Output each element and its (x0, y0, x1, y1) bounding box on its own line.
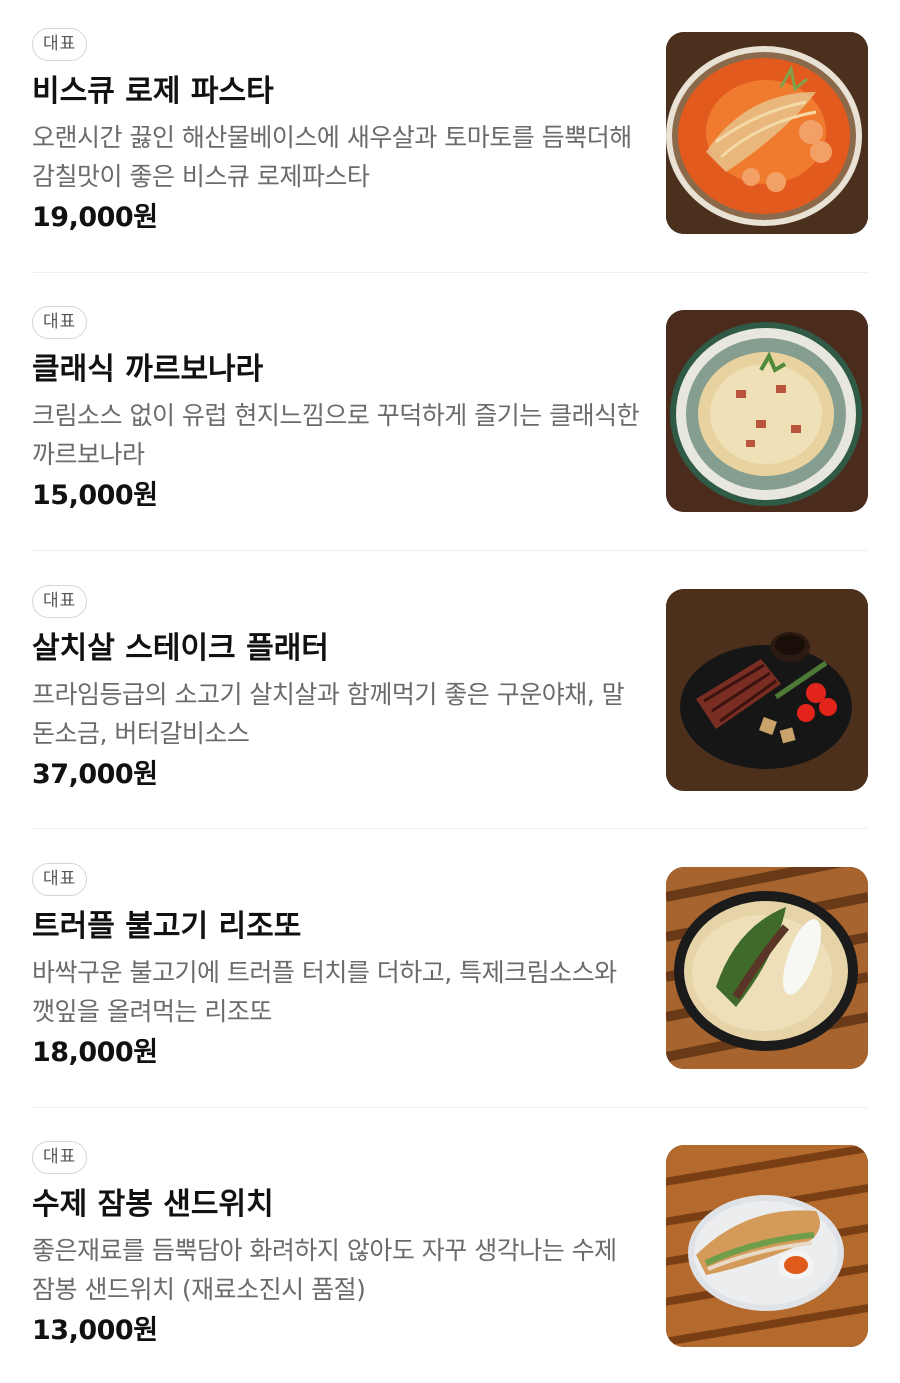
menu-item-price: 37,000원 (32, 759, 158, 790)
divider (32, 550, 868, 551)
jambon-sandwich-image[interactable] (666, 1145, 868, 1347)
divider (32, 1107, 868, 1108)
divider (32, 272, 868, 273)
carbonara-image[interactable] (666, 310, 868, 512)
menu-item-name: 수제 잠봉 샌드위치 (32, 1187, 274, 1222)
menu-item-name: 살치살 스테이크 플래터 (32, 631, 329, 666)
menu-item-price: 19,000원 (32, 202, 158, 233)
menu-item-name: 비스큐 로제 파스타 (32, 74, 274, 109)
menu-item-price: 18,000원 (32, 1037, 158, 1068)
signature-badge: 대표 (32, 585, 88, 618)
menu-item-description: 크림소스 없이 유럽 현지느낌으로 꾸덕하게 즐기는 클래식한 까르보나라 (32, 401, 640, 469)
menu-item-info: 대표 비스큐 로제 파스타 오랜시간 끓인 해산물베이스에 새우살과 토마토를 … (32, 28, 644, 310)
signature-badge: 대표 (32, 28, 88, 61)
menu-item-price: 15,000원 (32, 480, 158, 511)
signature-badge: 대표 (32, 863, 88, 896)
menu-item-name: 클래식 까르보나라 (32, 352, 264, 387)
menu-item-info: 대표 클래식 까르보나라 크림소스 없이 유럽 현지느낌으로 꾸덕하게 즐기는 … (32, 306, 644, 588)
signature-badge: 대표 (32, 306, 88, 339)
menu-item-description: 좋은재료를 듬뿍담아 화려하지 않아도 자꾸 생각나는 수제 잠봉 샌드위치 (… (32, 1236, 617, 1304)
signature-badge: 대표 (32, 1141, 88, 1174)
menu-item-steak-platter[interactable]: 대표 살치살 스테이크 플래터 프라임등급의 소고기 살치살과 함께먹기 좋은 … (32, 585, 868, 867)
menu-item-truffle-risotto[interactable]: 대표 트러플 불고기 리조또 바싹구운 불고기에 트러플 터치를 더하고, 특제… (32, 863, 868, 1145)
menu-item-name: 트러플 불고기 리조또 (32, 909, 302, 944)
menu-list: 대표 비스큐 로제 파스타 오랜시간 끓인 해산물베이스에 새우살과 토마토를 … (0, 0, 900, 1383)
menu-item-bisque-rose-pasta[interactable]: 대표 비스큐 로제 파스타 오랜시간 끓인 해산물베이스에 새우살과 토마토를 … (32, 28, 868, 310)
menu-item-description: 오랜시간 끓인 해산물베이스에 새우살과 토마토를 듬뿍더해 감칠맛이 좋은 비… (32, 123, 632, 191)
menu-item-info: 대표 살치살 스테이크 플래터 프라임등급의 소고기 살치살과 함께먹기 좋은 … (32, 585, 644, 867)
divider (32, 828, 868, 829)
menu-item-price: 13,000원 (32, 1315, 158, 1346)
menu-item-description: 바싹구운 불고기에 트러플 터치를 더하고, 특제크림소스와 깻잎을 올려먹는 … (32, 958, 617, 1026)
menu-item-jambon-sandwich[interactable]: 대표 수제 잠봉 샌드위치 좋은재료를 듬뿍담아 화려하지 않아도 자꾸 생각나… (32, 1141, 868, 1383)
menu-item-description: 프라임등급의 소고기 살치살과 함께먹기 좋은 구운야채, 말돈소금, 버터갈비… (32, 680, 625, 748)
truffle-risotto-image[interactable] (666, 867, 868, 1069)
steak-platter-image[interactable] (666, 589, 868, 791)
rose-pasta-image[interactable] (666, 32, 868, 234)
menu-item-classic-carbonara[interactable]: 대표 클래식 까르보나라 크림소스 없이 유럽 현지느낌으로 꾸덕하게 즐기는 … (32, 306, 868, 588)
menu-item-info: 대표 수제 잠봉 샌드위치 좋은재료를 듬뿍담아 화려하지 않아도 자꾸 생각나… (32, 1141, 644, 1383)
menu-item-info: 대표 트러플 불고기 리조또 바싹구운 불고기에 트러플 터치를 더하고, 특제… (32, 863, 644, 1145)
